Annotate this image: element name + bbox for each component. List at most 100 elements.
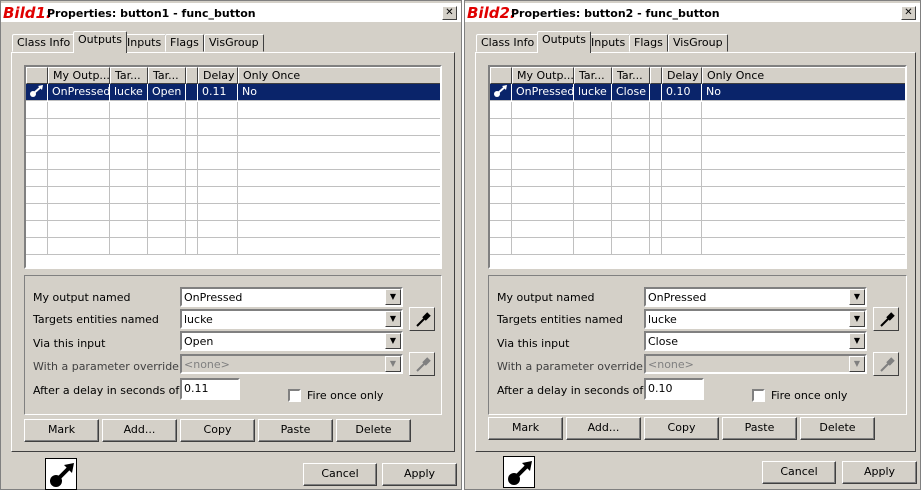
apply-button[interactable]: Apply [382, 463, 457, 486]
chevron-down-icon[interactable]: ▼ [849, 311, 865, 327]
column-target-input[interactable]: Tar... [612, 67, 650, 84]
column-parameter[interactable] [186, 67, 198, 84]
outputs-list[interactable]: My Outp... Tar... Tar... Delay Only Once… [488, 65, 907, 269]
table-row[interactable]: OnPressed lucke Open 0.11 No [26, 84, 440, 101]
add-button[interactable]: Add... [102, 419, 177, 442]
list-item[interactable] [490, 187, 905, 204]
column-target-input[interactable]: Tar... [148, 67, 186, 84]
copy-button[interactable]: Copy [180, 419, 255, 442]
list-item[interactable] [26, 153, 440, 170]
mark-button[interactable]: Mark [24, 419, 99, 442]
list-item[interactable] [490, 136, 905, 153]
tab-visgroup[interactable]: VisGroup [668, 34, 728, 52]
fire-once-checkbox[interactable] [752, 389, 765, 402]
tab-class-info[interactable]: Class Info [12, 34, 76, 52]
paste-button[interactable]: Paste [258, 419, 333, 442]
delay-input[interactable]: 0.11 [180, 378, 240, 400]
list-item[interactable] [26, 102, 440, 119]
tab-class-info[interactable]: Class Info [476, 34, 540, 52]
chevron-down-icon[interactable]: ▼ [849, 289, 865, 305]
chevron-down-icon[interactable]: ▼ [385, 356, 401, 372]
list-item[interactable] [490, 119, 905, 136]
param-override-value: <none> [184, 358, 230, 371]
chevron-down-icon[interactable]: ▼ [385, 311, 401, 327]
list-item[interactable] [26, 204, 440, 221]
delete-button[interactable]: Delete [800, 417, 875, 440]
cancel-button[interactable]: Cancel [303, 463, 377, 486]
list-item[interactable] [490, 102, 905, 119]
list-item[interactable] [26, 170, 440, 187]
cancel-button[interactable]: Cancel [762, 461, 836, 484]
target-picker-button[interactable] [409, 307, 435, 331]
targets-value: lucke [184, 313, 213, 326]
via-input-combo[interactable]: Close ▼ [644, 331, 867, 351]
mark-button[interactable]: Mark [488, 417, 563, 440]
list-item[interactable] [26, 238, 440, 255]
column-parameter[interactable] [650, 67, 662, 84]
column-target[interactable]: Tar... [110, 67, 148, 84]
column-delay[interactable]: Delay [198, 67, 238, 84]
via-input-value: Close [648, 335, 678, 348]
close-button[interactable]: ✕ [442, 6, 457, 20]
column-my-output[interactable]: My Outp... [512, 67, 574, 84]
tab-visgroup[interactable]: VisGroup [204, 34, 264, 52]
list-item[interactable] [490, 221, 905, 238]
list-item[interactable] [26, 119, 440, 136]
chevron-down-icon[interactable]: ▼ [385, 333, 401, 349]
cell-output: OnPressed [48, 84, 110, 101]
title-bar[interactable]: Bild2: Properties: button2 - func_button… [465, 3, 920, 23]
column-delay[interactable]: Delay [662, 67, 702, 84]
close-button[interactable]: ✕ [901, 6, 916, 20]
list-item[interactable] [26, 187, 440, 204]
chevron-down-icon[interactable]: ▼ [849, 356, 865, 372]
output-named-combo[interactable]: OnPressed ▼ [644, 287, 867, 307]
label-targets: Targets entities named [497, 313, 623, 326]
label-fire-once: Fire once only [307, 389, 384, 402]
table-row[interactable]: OnPressed lucke Close 0.10 No [490, 84, 905, 101]
window-title: Properties: button1 - func_button [47, 7, 256, 20]
title-bar[interactable]: Bild1: Properties: button1 - func_button… [1, 3, 461, 23]
target-picker-button[interactable] [873, 307, 899, 331]
output-named-combo[interactable]: OnPressed ▼ [180, 287, 403, 307]
column-target[interactable]: Tar... [574, 67, 612, 84]
tab-outputs[interactable]: Outputs [73, 31, 127, 53]
list-item[interactable] [490, 153, 905, 170]
param-override-combo[interactable]: <none> ▼ [180, 354, 403, 374]
add-button[interactable]: Add... [566, 417, 641, 440]
list-item[interactable] [490, 204, 905, 221]
cell-input: Close [612, 84, 650, 101]
column-icon[interactable] [26, 67, 48, 84]
label-delay: After a delay in seconds of [497, 384, 644, 397]
via-input-combo[interactable]: Open ▼ [180, 331, 403, 351]
tab-flags[interactable]: Flags [165, 34, 204, 52]
chevron-down-icon[interactable]: ▼ [849, 333, 865, 349]
list-item[interactable] [490, 170, 905, 187]
tab-flags[interactable]: Flags [629, 34, 668, 52]
paste-button[interactable]: Paste [722, 417, 797, 440]
targets-value: lucke [648, 313, 677, 326]
outputs-list[interactable]: My Outp... Tar... Tar... Delay Only Once… [24, 65, 442, 269]
tab-outputs[interactable]: Outputs [537, 31, 591, 53]
copy-button[interactable]: Copy [644, 417, 719, 440]
column-only-once[interactable]: Only Once [238, 67, 440, 84]
cell-target: lucke [574, 84, 612, 101]
list-item[interactable] [26, 221, 440, 238]
chevron-down-icon[interactable]: ▼ [385, 289, 401, 305]
apply-button[interactable]: Apply [842, 461, 917, 484]
targets-combo[interactable]: lucke ▼ [644, 309, 867, 329]
param-picker-button[interactable] [873, 352, 899, 376]
list-item[interactable] [26, 136, 440, 153]
column-icon[interactable] [490, 67, 512, 84]
param-picker-button[interactable] [409, 352, 435, 376]
fire-once-checkbox[interactable] [288, 389, 301, 402]
delay-input[interactable]: 0.10 [644, 378, 704, 400]
list-item[interactable] [490, 238, 905, 255]
tab-inputs[interactable]: Inputs [586, 34, 631, 52]
targets-combo[interactable]: lucke ▼ [180, 309, 403, 329]
delete-button[interactable]: Delete [336, 419, 411, 442]
param-override-combo[interactable]: <none> ▼ [644, 354, 867, 374]
column-my-output[interactable]: My Outp... [48, 67, 110, 84]
entity-output-icon [503, 456, 535, 488]
tab-inputs[interactable]: Inputs [122, 34, 167, 52]
column-only-once[interactable]: Only Once [702, 67, 905, 84]
